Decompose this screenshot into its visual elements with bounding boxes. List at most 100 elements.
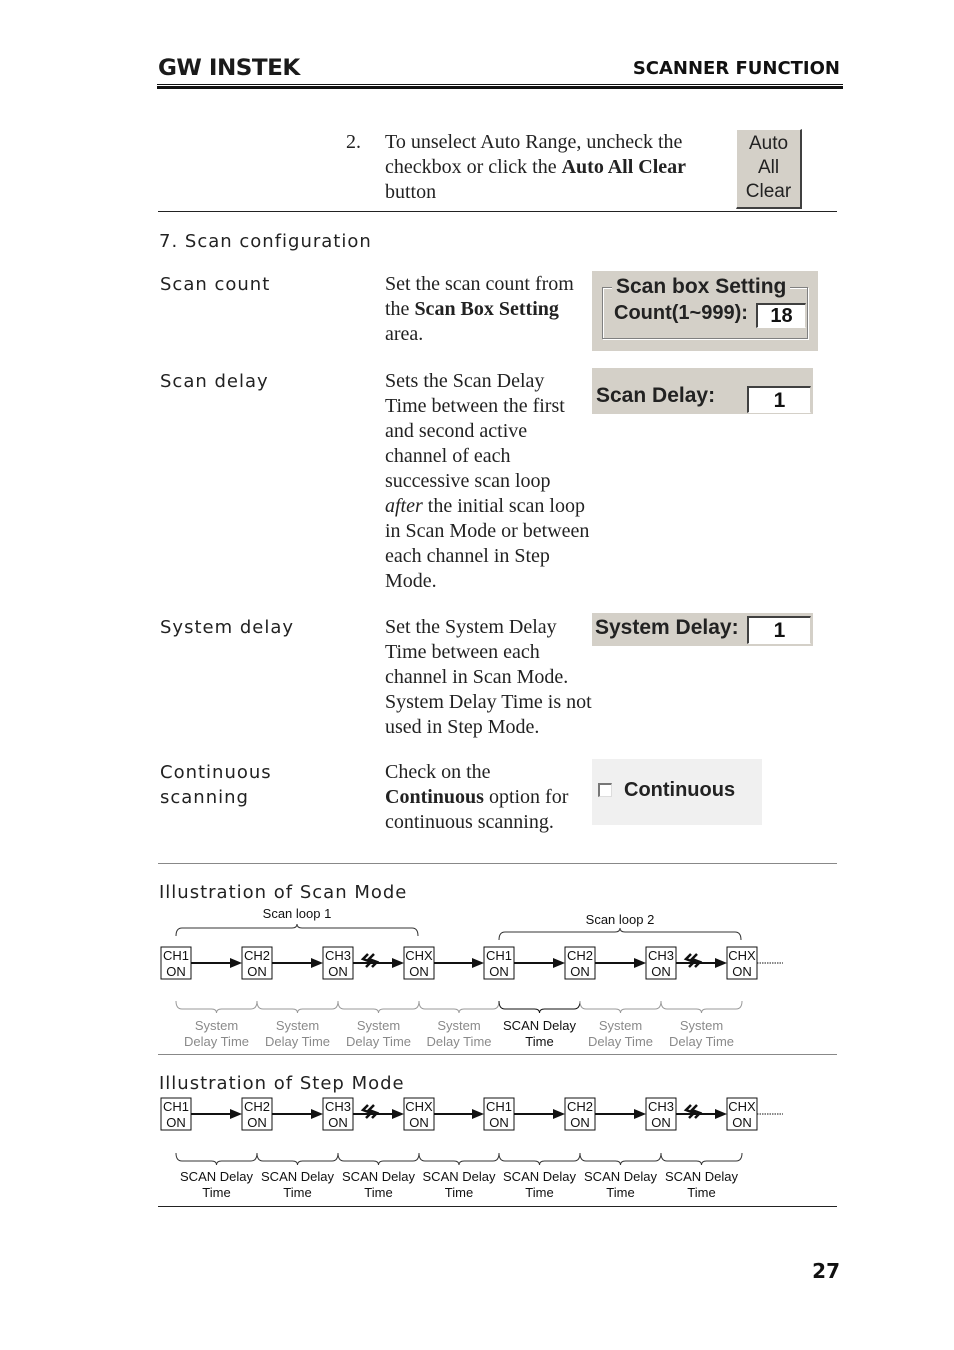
step-channel-state: ON <box>489 1115 509 1130</box>
scan-arrow-head <box>392 958 404 968</box>
step-text-bold: Auto All Clear <box>561 156 687 178</box>
step-interval-brace <box>579 1152 662 1166</box>
scan-interval-brace <box>660 1000 743 1014</box>
step-arrow-head <box>230 1109 242 1119</box>
page-number: 27 <box>812 1259 840 1283</box>
step-interval-label: SCAN Delay <box>665 1169 738 1184</box>
step-interval-brace <box>418 1152 500 1166</box>
system-delay-panel: System Delay: 1 <box>592 613 813 646</box>
step-interval-label: SCAN Delay <box>423 1169 496 1184</box>
scan-interval-label: Delay Time <box>669 1034 734 1049</box>
step-arrow-head <box>715 1109 727 1119</box>
desc-italic: after <box>385 495 423 517</box>
scan-channel-name: CHX <box>728 948 756 963</box>
step-channel-state: ON <box>409 1115 429 1130</box>
step-interval-brace <box>498 1152 581 1166</box>
scan-channel-name: CH3 <box>648 948 674 963</box>
header-rule-thick <box>157 86 843 89</box>
scan-break-icon <box>360 953 380 968</box>
desc-scan-delay: Sets the Scan Delay Time between the fir… <box>385 369 590 594</box>
step-interval-label: SCAN Delay <box>584 1169 657 1184</box>
continuous-checkbox[interactable] <box>598 783 612 797</box>
step-number: 2. <box>346 131 361 153</box>
scan-channel-name: CH3 <box>325 948 351 963</box>
step-channel-state: ON <box>166 1115 186 1130</box>
count-label: Count(1~999): <box>614 302 748 324</box>
step-interval-label: Time <box>202 1185 230 1200</box>
scan-channel-state: ON <box>247 964 267 979</box>
label-scan-delay: Scan delay <box>160 371 269 392</box>
step-interval-label: Time <box>364 1185 392 1200</box>
step-channel-state: ON <box>570 1115 590 1130</box>
scan-interval-label: Delay Time <box>265 1034 330 1049</box>
scan-interval-brace <box>418 1000 500 1014</box>
desc-part: Check on the <box>385 761 491 783</box>
step-channel-state: ON <box>328 1115 348 1130</box>
auto-all-clear-button[interactable]: Auto All Clear <box>736 129 802 209</box>
scan-arrow-head <box>230 958 242 968</box>
scan-mode-diagram: Scan loop 1 Scan loop 2CH1ONCH2ONCH3ONCHX… <box>160 906 783 1049</box>
scan-channel-name: CH2 <box>567 948 593 963</box>
scan-interval-label: Time <box>525 1034 553 1049</box>
step-channel-name: CHX <box>405 1099 433 1114</box>
continuous-checkbox-label[interactable]: Continuous <box>624 779 735 802</box>
desc-system-delay: Set the System Delay Time between each c… <box>385 615 595 740</box>
label-continuous-scanning: Continuous scanning <box>160 760 272 810</box>
step-arrow-head <box>472 1109 484 1119</box>
scan-interval-brace <box>337 1000 420 1014</box>
step-interval-label: Time <box>606 1185 634 1200</box>
step-mode-diagram: CH1ONCH2ONCH3ONCHXONCH1ONCH2ONCH3ONCHXON… <box>160 1097 783 1200</box>
scan-loop-brace <box>498 927 742 941</box>
step-interval-brace <box>660 1152 743 1166</box>
scan-count-input[interactable]: 18 <box>756 303 806 328</box>
section-header-title: SCANNER FUNCTION <box>632 58 840 79</box>
step-interval-label: SCAN Delay <box>261 1169 334 1184</box>
desc-continuous: Check on the Continuous option for conti… <box>385 760 580 835</box>
scan-box-setting-panel: Scan box Setting Count(1~999): 18 <box>592 271 818 351</box>
step-text: To unselect Auto Range, uncheck the chec… <box>385 130 715 205</box>
scan-channel-name: CH2 <box>244 948 270 963</box>
scan-arrow-head <box>472 958 484 968</box>
button-line: All <box>757 157 780 178</box>
scan-arrow-head <box>311 958 323 968</box>
scan-channel-state: ON <box>328 964 348 979</box>
step-channel-name: CHX <box>728 1099 756 1114</box>
button-line: Clear <box>745 181 792 202</box>
step-arrow-head <box>634 1109 646 1119</box>
scan-channel-name: CH1 <box>486 948 512 963</box>
label-system-delay: System delay <box>160 617 295 638</box>
scan-interval-label: System <box>599 1018 642 1033</box>
step-channel-name: CH2 <box>244 1099 270 1114</box>
divider <box>158 211 837 212</box>
scan-interval-brace <box>579 1000 662 1014</box>
step-interval-label: Time <box>687 1185 715 1200</box>
step-interval-label: Time <box>525 1185 553 1200</box>
scan-break-icon <box>683 953 703 968</box>
step-arrow-head <box>553 1109 565 1119</box>
step-channel-name: CH2 <box>567 1099 593 1114</box>
scan-loop-label: Scan loop 2 <box>586 912 655 927</box>
scan-interval-label: Delay Time <box>346 1034 411 1049</box>
scan-channel-name: CHX <box>405 948 433 963</box>
scan-channel-state: ON <box>732 964 752 979</box>
scan-loop-label: Scan loop 1 <box>263 906 332 921</box>
section-title: 7. Scan configuration <box>159 231 372 252</box>
scan-interval-label: Delay Time <box>426 1034 491 1049</box>
scan-channel-state: ON <box>166 964 186 979</box>
scan-interval-label: Delay Time <box>184 1034 249 1049</box>
scan-delay-input[interactable]: 1 <box>747 386 811 413</box>
step-text-part: button <box>385 181 437 203</box>
step-interval-label: SCAN Delay <box>342 1169 415 1184</box>
step-interval-brace <box>256 1152 339 1166</box>
step-arrow-head <box>311 1109 323 1119</box>
header-rule <box>157 84 843 85</box>
system-delay-label: System Delay: <box>595 616 739 639</box>
scan-loop-brace <box>175 923 419 937</box>
scan-channel-state: ON <box>409 964 429 979</box>
continuous-panel: Continuous <box>592 759 762 825</box>
groupbox-title: Scan box Setting <box>612 275 791 299</box>
system-delay-input[interactable]: 1 <box>747 616 811 644</box>
label-line: Continuous <box>160 762 272 783</box>
scan-arrow-head <box>553 958 565 968</box>
step-channel-name: CH3 <box>325 1099 351 1114</box>
